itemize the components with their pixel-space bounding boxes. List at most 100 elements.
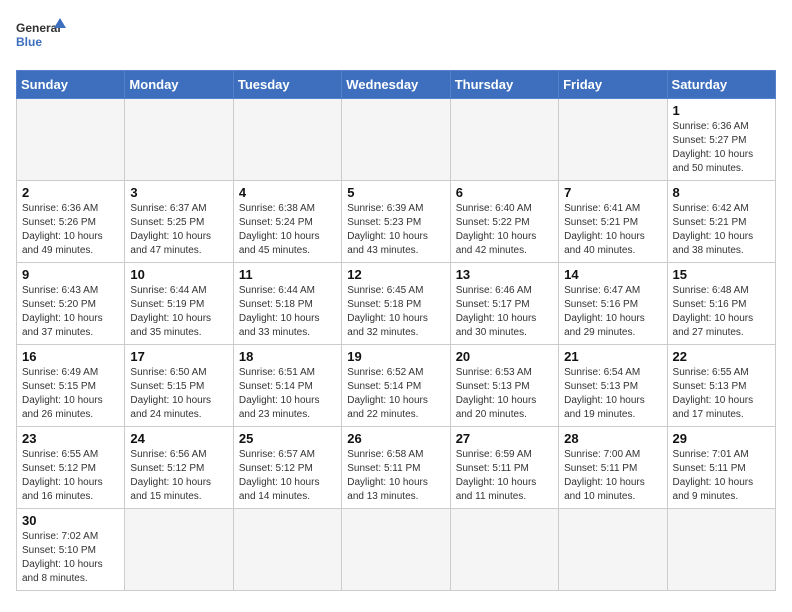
- calendar-cell: 23 Sunrise: 6:55 AM Sunset: 5:12 PM Dayli…: [17, 427, 125, 509]
- calendar-cell: 1Sunrise: 6:36 AM Sunset: 5:27 PM Daylig…: [667, 99, 775, 181]
- day-info: Sunrise: 6:43 AM Sunset: 5:20 PM Dayligh…: [22, 284, 119, 340]
- calendar-cell: [233, 509, 341, 591]
- day-info: Sunrise: 6:44 AM Sunset: 5:19 PM Dayligh…: [130, 284, 227, 340]
- day-number: 30: [22, 513, 119, 528]
- calendar-cell: 5 Sunrise: 6:39 AM Sunset: 5:23 PM Daylig…: [342, 181, 450, 263]
- day-number: 28: [564, 431, 661, 446]
- day-info: Sunrise: 6:38 AM Sunset: 5:24 PM Dayligh…: [239, 202, 336, 258]
- calendar-cell: 18Sunrise: 6:51 AM Sunset: 5:14 PM Dayli…: [233, 345, 341, 427]
- calendar-cell: 11 Sunrise: 6:44 AM Sunset: 5:18 PM Dayli…: [233, 263, 341, 345]
- day-number: 22: [673, 349, 770, 364]
- calendar-cell: 21 Sunrise: 6:54 AM Sunset: 5:13 PM Dayli…: [559, 345, 667, 427]
- day-number: 16: [22, 349, 119, 364]
- calendar-cell: 14 Sunrise: 6:47 AM Sunset: 5:16 PM Dayli…: [559, 263, 667, 345]
- dow-header-monday: Monday: [125, 71, 233, 99]
- day-number: 3: [130, 185, 227, 200]
- calendar-cell: [450, 99, 558, 181]
- dow-header-saturday: Saturday: [667, 71, 775, 99]
- day-info: Sunrise: 6:54 AM Sunset: 5:13 PM Dayligh…: [564, 366, 661, 422]
- day-info: Sunrise: 6:57 AM Sunset: 5:12 PM Dayligh…: [239, 448, 336, 504]
- day-number: 11: [239, 267, 336, 282]
- calendar-cell: 30 Sunrise: 7:02 AM Sunset: 5:10 PM Dayli…: [17, 509, 125, 591]
- day-number: 20: [456, 349, 553, 364]
- day-number: 26: [347, 431, 444, 446]
- logo: General Blue: [16, 16, 66, 58]
- day-info: Sunrise: 6:55 AM Sunset: 5:13 PM Dayligh…: [673, 366, 770, 422]
- day-number: 5: [347, 185, 444, 200]
- day-number: 9: [22, 267, 119, 282]
- calendar-week-5: 23 Sunrise: 6:55 AM Sunset: 5:12 PM Dayli…: [17, 427, 776, 509]
- day-info: Sunrise: 6:39 AM Sunset: 5:23 PM Dayligh…: [347, 202, 444, 258]
- day-number: 15: [673, 267, 770, 282]
- calendar-cell: [559, 99, 667, 181]
- calendar-week-4: 16 Sunrise: 6:49 AM Sunset: 5:15 PM Dayli…: [17, 345, 776, 427]
- day-number: 24: [130, 431, 227, 446]
- day-info: Sunrise: 6:56 AM Sunset: 5:12 PM Dayligh…: [130, 448, 227, 504]
- page-header: General Blue: [16, 16, 776, 58]
- calendar-cell: 27Sunrise: 6:59 AM Sunset: 5:11 PM Dayli…: [450, 427, 558, 509]
- calendar-week-1: 1Sunrise: 6:36 AM Sunset: 5:27 PM Daylig…: [17, 99, 776, 181]
- calendar-cell: 6Sunrise: 6:40 AM Sunset: 5:22 PM Daylig…: [450, 181, 558, 263]
- day-number: 8: [673, 185, 770, 200]
- svg-text:General: General: [16, 21, 61, 35]
- calendar-cell: [667, 509, 775, 591]
- day-info: Sunrise: 6:36 AM Sunset: 5:27 PM Dayligh…: [673, 120, 770, 176]
- day-number: 14: [564, 267, 661, 282]
- calendar-cell: 22 Sunrise: 6:55 AM Sunset: 5:13 PM Dayli…: [667, 345, 775, 427]
- day-number: 6: [456, 185, 553, 200]
- calendar-body: 1Sunrise: 6:36 AM Sunset: 5:27 PM Daylig…: [17, 99, 776, 591]
- calendar-cell: 4Sunrise: 6:38 AM Sunset: 5:24 PM Daylig…: [233, 181, 341, 263]
- day-info: Sunrise: 6:41 AM Sunset: 5:21 PM Dayligh…: [564, 202, 661, 258]
- logo-svg: General Blue: [16, 16, 66, 58]
- day-info: Sunrise: 6:47 AM Sunset: 5:16 PM Dayligh…: [564, 284, 661, 340]
- calendar-cell: 3Sunrise: 6:37 AM Sunset: 5:25 PM Daylig…: [125, 181, 233, 263]
- day-number: 13: [456, 267, 553, 282]
- day-info: Sunrise: 6:55 AM Sunset: 5:12 PM Dayligh…: [22, 448, 119, 504]
- day-number: 2: [22, 185, 119, 200]
- day-info: Sunrise: 6:49 AM Sunset: 5:15 PM Dayligh…: [22, 366, 119, 422]
- day-info: Sunrise: 6:52 AM Sunset: 5:14 PM Dayligh…: [347, 366, 444, 422]
- calendar-week-6: 30 Sunrise: 7:02 AM Sunset: 5:10 PM Dayli…: [17, 509, 776, 591]
- day-number: 27: [456, 431, 553, 446]
- calendar-cell: 13 Sunrise: 6:46 AM Sunset: 5:17 PM Dayli…: [450, 263, 558, 345]
- day-info: Sunrise: 6:46 AM Sunset: 5:17 PM Dayligh…: [456, 284, 553, 340]
- calendar-cell: 8Sunrise: 6:42 AM Sunset: 5:21 PM Daylig…: [667, 181, 775, 263]
- day-number: 21: [564, 349, 661, 364]
- dow-header-sunday: Sunday: [17, 71, 125, 99]
- day-number: 25: [239, 431, 336, 446]
- dow-header-wednesday: Wednesday: [342, 71, 450, 99]
- day-number: 29: [673, 431, 770, 446]
- calendar-cell: 16 Sunrise: 6:49 AM Sunset: 5:15 PM Dayli…: [17, 345, 125, 427]
- day-info: Sunrise: 7:00 AM Sunset: 5:11 PM Dayligh…: [564, 448, 661, 504]
- day-info: Sunrise: 6:36 AM Sunset: 5:26 PM Dayligh…: [22, 202, 119, 258]
- day-number: 10: [130, 267, 227, 282]
- calendar-cell: 7 Sunrise: 6:41 AM Sunset: 5:21 PM Daylig…: [559, 181, 667, 263]
- day-number: 23: [22, 431, 119, 446]
- calendar-cell: 12 Sunrise: 6:45 AM Sunset: 5:18 PM Dayli…: [342, 263, 450, 345]
- calendar-cell: [450, 509, 558, 591]
- day-info: Sunrise: 6:51 AM Sunset: 5:14 PM Dayligh…: [239, 366, 336, 422]
- dow-header-friday: Friday: [559, 71, 667, 99]
- day-number: 7: [564, 185, 661, 200]
- calendar-cell: [342, 509, 450, 591]
- calendar-cell: 26 Sunrise: 6:58 AM Sunset: 5:11 PM Dayli…: [342, 427, 450, 509]
- calendar-week-2: 2 Sunrise: 6:36 AM Sunset: 5:26 PM Daylig…: [17, 181, 776, 263]
- day-number: 12: [347, 267, 444, 282]
- day-number: 17: [130, 349, 227, 364]
- calendar-week-3: 9 Sunrise: 6:43 AM Sunset: 5:20 PM Daylig…: [17, 263, 776, 345]
- dow-header-tuesday: Tuesday: [233, 71, 341, 99]
- calendar-cell: [233, 99, 341, 181]
- calendar-cell: 29Sunrise: 7:01 AM Sunset: 5:11 PM Dayli…: [667, 427, 775, 509]
- day-info: Sunrise: 6:50 AM Sunset: 5:15 PM Dayligh…: [130, 366, 227, 422]
- day-info: Sunrise: 6:58 AM Sunset: 5:11 PM Dayligh…: [347, 448, 444, 504]
- day-info: Sunrise: 6:45 AM Sunset: 5:18 PM Dayligh…: [347, 284, 444, 340]
- calendar-cell: 17 Sunrise: 6:50 AM Sunset: 5:15 PM Dayli…: [125, 345, 233, 427]
- calendar-cell: [342, 99, 450, 181]
- calendar-cell: 20Sunrise: 6:53 AM Sunset: 5:13 PM Dayli…: [450, 345, 558, 427]
- day-info: Sunrise: 6:44 AM Sunset: 5:18 PM Dayligh…: [239, 284, 336, 340]
- calendar-cell: 10 Sunrise: 6:44 AM Sunset: 5:19 PM Dayli…: [125, 263, 233, 345]
- calendar-cell: 28 Sunrise: 7:00 AM Sunset: 5:11 PM Dayli…: [559, 427, 667, 509]
- calendar-cell: 9 Sunrise: 6:43 AM Sunset: 5:20 PM Daylig…: [17, 263, 125, 345]
- day-info: Sunrise: 7:02 AM Sunset: 5:10 PM Dayligh…: [22, 530, 119, 586]
- calendar-cell: 2 Sunrise: 6:36 AM Sunset: 5:26 PM Daylig…: [17, 181, 125, 263]
